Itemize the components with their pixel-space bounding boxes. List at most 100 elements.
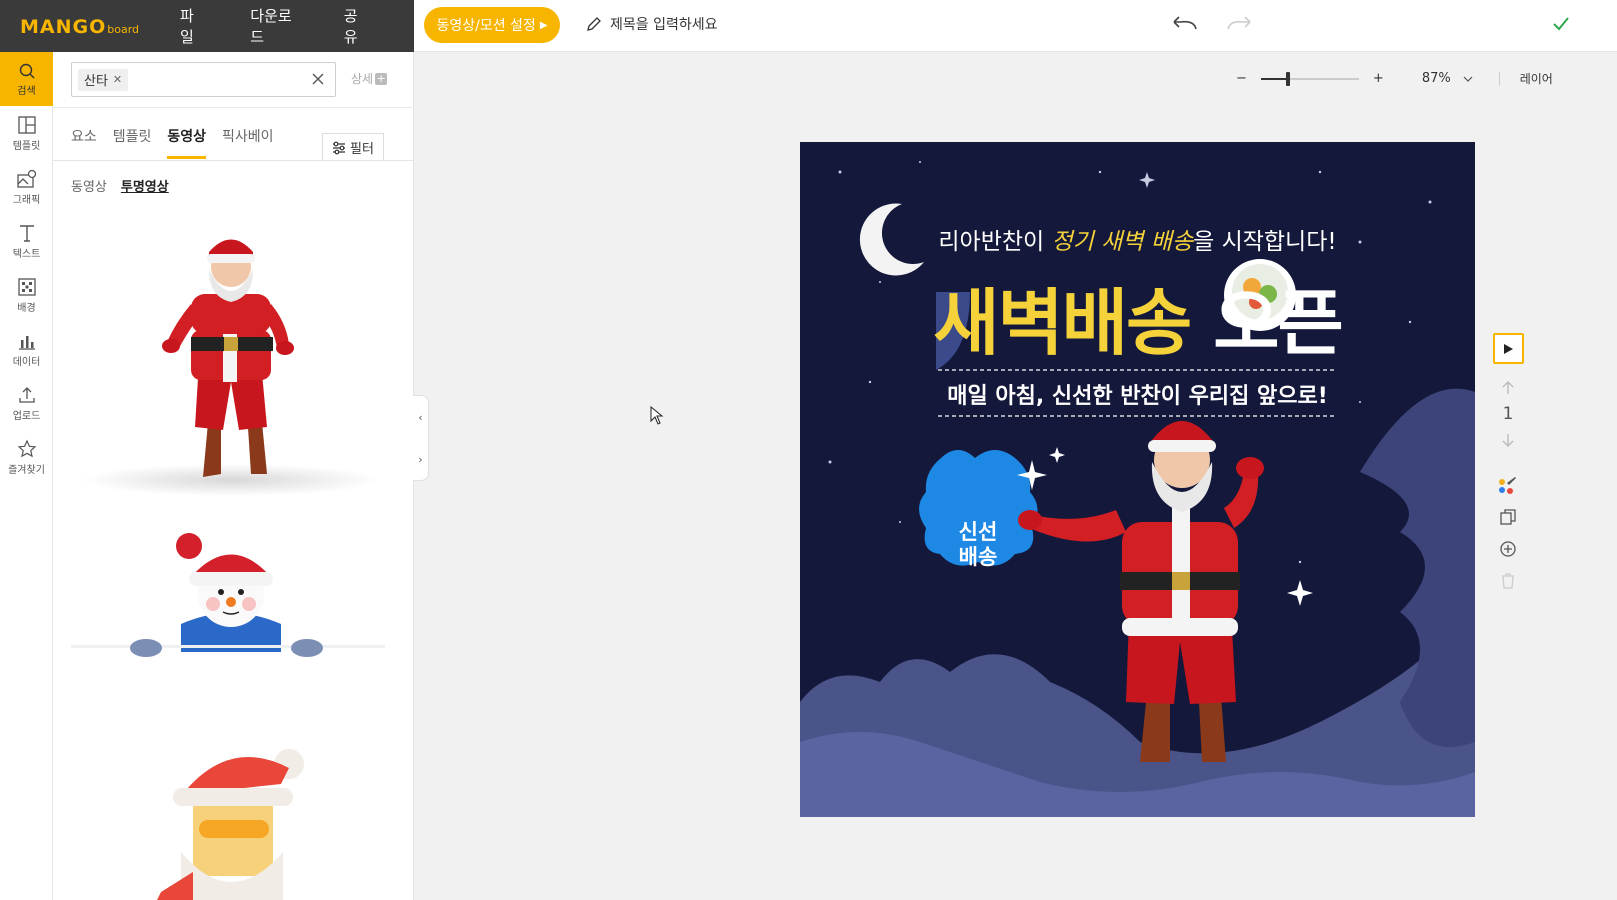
design-canvas[interactable]: 리아반찬이 정기 새벽 배송을 시작합니다! 새벽배송 오픈 매일 아침, 신선… — [800, 142, 1475, 817]
cartoon-santa-thumbnail — [157, 749, 304, 900]
result-santa-dancing[interactable] — [71, 212, 385, 497]
rail-favorites[interactable]: 즐겨찾기 — [0, 430, 53, 484]
duplicate-icon[interactable] — [1499, 508, 1517, 526]
subtab-video[interactable]: 동영상 — [71, 176, 107, 195]
tab-underline — [53, 160, 414, 161]
intro-highlight: 정기 새벽 배송 — [1051, 229, 1194, 255]
search-input[interactable]: 산타 ✕ — [71, 62, 336, 97]
template-icon — [17, 115, 36, 134]
zoom-slider-knob[interactable] — [1285, 71, 1290, 86]
arrow-up-icon[interactable] — [1501, 380, 1515, 396]
zoom-in-button[interactable]: + — [1373, 71, 1384, 86]
background-icon — [17, 277, 36, 296]
page-tools: 1 — [1492, 333, 1524, 590]
add-page-icon[interactable] — [1499, 540, 1517, 558]
rail-label: 그래픽 — [12, 194, 41, 206]
video-motion-settings-button[interactable]: 동영상/모션 설정 ▶ — [424, 7, 560, 43]
left-rail: 검색 템플릿 그래픽 텍스트 배경 데이터 업로드 즐겨찾기 — [0, 52, 53, 900]
tab-videos[interactable]: 동영상 — [167, 126, 207, 159]
rail-label: 업로드 — [12, 410, 41, 422]
rail-label: 템플릿 — [12, 140, 41, 152]
rail-background[interactable]: 배경 — [0, 268, 53, 322]
rail-template[interactable]: 템플릿 — [0, 106, 53, 160]
play-icon — [1504, 343, 1513, 354]
pencil-icon — [587, 17, 601, 31]
panel-collapse-toggle[interactable]: ‹ › — [413, 395, 429, 481]
zoom-slider[interactable] — [1260, 71, 1359, 86]
canvas-headline[interactable]: 새벽배송 오픈 — [800, 264, 1475, 369]
headline-yellow: 새벽배송 — [933, 281, 1214, 365]
chevron-down-icon — [1463, 76, 1473, 82]
santa-thumbnail — [81, 239, 381, 496]
rail-graphic[interactable]: 그래픽 — [0, 160, 53, 214]
trash-icon[interactable] — [1499, 572, 1517, 590]
fresh-delivery-badge[interactable]: 신선 배송 — [926, 520, 1030, 570]
star-icon — [17, 439, 36, 457]
search-chip-label: 산타 — [84, 74, 108, 89]
title-input[interactable]: 제목을 입력하세요 — [586, 14, 718, 34]
tab-elements[interactable]: 요소 — [71, 126, 97, 159]
rail-text[interactable]: 텍스트 — [0, 214, 53, 268]
detail-label: 상세 — [351, 72, 374, 86]
menu-download[interactable]: 다운로드 — [250, 5, 297, 47]
logo[interactable]: MANGO board — [20, 16, 140, 38]
rail-label: 검색 — [17, 85, 36, 97]
tab-pixabay[interactable]: 픽사베이 — [222, 126, 274, 159]
rail-search[interactable]: 검색 — [0, 52, 53, 106]
badge-line-1: 신선 — [958, 520, 998, 544]
title-placeholder: 제목을 입력하세요 — [610, 17, 718, 33]
page-number: 1 — [1502, 404, 1514, 424]
color-picker-icon[interactable] — [1497, 474, 1519, 496]
snowman-thumbnail — [71, 533, 385, 657]
undo-icon[interactable] — [1172, 14, 1198, 34]
chevron-left-icon[interactable]: ‹ — [418, 411, 422, 424]
zoom-level-select[interactable]: 87% — [1422, 71, 1473, 86]
chart-icon — [18, 335, 35, 350]
arrow-down-icon[interactable] — [1501, 432, 1515, 448]
filter-label: 필터 — [350, 142, 374, 157]
redo-icon[interactable] — [1226, 14, 1252, 34]
result-santa-cartoon[interactable] — [71, 742, 385, 900]
layer-button[interactable]: 레이어 — [1520, 70, 1553, 87]
zoom-level: 87% — [1421, 71, 1451, 86]
chip-remove-icon[interactable]: ✕ — [113, 73, 122, 86]
divider — [1498, 71, 1500, 86]
rail-label: 배경 — [17, 302, 36, 314]
zoom-slider-fill — [1260, 77, 1288, 80]
main-menu: 파일 다운로드 공유 — [180, 5, 414, 47]
text-icon — [19, 224, 34, 242]
play-button[interactable] — [1492, 333, 1524, 364]
search-chip[interactable]: 산타 ✕ — [78, 68, 129, 91]
zoom-out-button[interactable]: − — [1236, 71, 1247, 86]
result-snowman[interactable] — [71, 532, 385, 667]
rail-label: 데이터 — [12, 356, 41, 368]
canvas-subline[interactable]: 매일 아침, 신선한 반찬이 우리집 앞으로! — [800, 378, 1475, 410]
clear-search-icon[interactable] — [311, 72, 325, 86]
badge-line-2: 배송 — [958, 545, 998, 569]
divider — [53, 107, 414, 108]
mouse-cursor-icon — [650, 406, 664, 425]
filter-icon — [333, 141, 346, 154]
subtab-transparent-video[interactable]: 투명영상 — [121, 176, 169, 195]
zoom-controls: − + 87% 레이어 — [1236, 70, 1553, 87]
play-triangle-icon: ▶ — [539, 19, 548, 31]
chevron-right-icon[interactable]: › — [418, 453, 422, 466]
plus-icon: + — [375, 71, 388, 85]
save-check-icon[interactable] — [1552, 15, 1570, 33]
video-motion-label: 동영상/모션 설정 — [436, 18, 536, 34]
rail-label: 텍스트 — [12, 248, 41, 260]
top-bar: MANGO board 파일 다운로드 공유 동영상/모션 설정 ▶ 제목을 입력하… — [0, 0, 1617, 52]
canvas-intro-line[interactable]: 리아반찬이 정기 새벽 배송을 시작합니다! — [800, 222, 1475, 256]
detail-search-button[interactable]: 상세 + — [351, 70, 388, 87]
rail-upload[interactable]: 업로드 — [0, 376, 53, 430]
headline-white: 오픈 — [1213, 281, 1343, 365]
menu-share[interactable]: 공유 — [344, 5, 367, 47]
search-panel: 산타 ✕ 상세 + 요소 템플릿 동영상 픽사베이 필터 동영상 투명영상 — [53, 52, 414, 900]
intro-post: 을 시작합니다! — [1193, 229, 1337, 255]
logo-sub: board — [107, 23, 140, 36]
tab-templates[interactable]: 템플릿 — [113, 126, 152, 159]
menu-file[interactable]: 파일 — [180, 5, 203, 47]
filter-button[interactable]: 필터 — [322, 133, 384, 161]
rail-data[interactable]: 데이터 — [0, 322, 53, 376]
logo-main: MANGO — [20, 16, 107, 38]
